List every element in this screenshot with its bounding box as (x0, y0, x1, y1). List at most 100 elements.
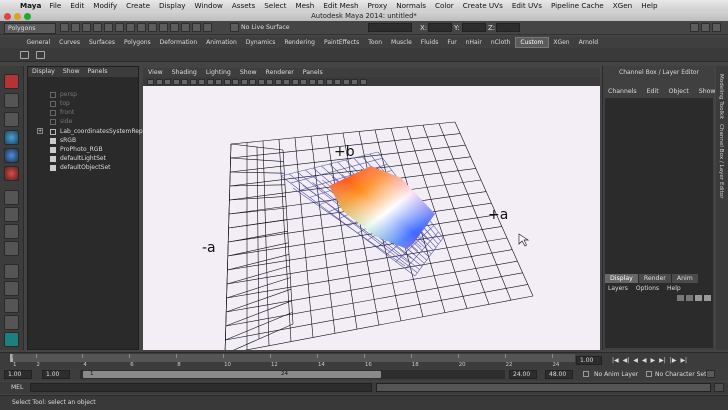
step-forward-key-icon[interactable]: |▶ (670, 357, 677, 364)
step-back-icon[interactable]: ◀ (633, 357, 638, 364)
grid-icon[interactable] (181, 78, 188, 85)
outliner-item-default-light-set[interactable]: defaultLightSet (60, 155, 106, 162)
viewport-lighting-menu[interactable]: Lighting (206, 68, 231, 77)
move-tool-icon[interactable] (4, 130, 19, 145)
xray-joints-icon[interactable] (342, 78, 350, 85)
select-camera-icon[interactable] (147, 78, 154, 85)
menu-create[interactable]: Create (126, 1, 150, 10)
menu-normals[interactable]: Normals (396, 1, 426, 10)
layout-persp-outliner-icon[interactable] (4, 224, 19, 239)
tab-painteffects[interactable]: PaintEffects (319, 38, 363, 47)
layout-icon-b[interactable] (4, 298, 19, 313)
menu-mesh[interactable]: Mesh (295, 1, 314, 10)
tab-modeling-toolkit[interactable]: Modeling Toolkit (718, 74, 724, 119)
channels-menu[interactable]: Channels (608, 88, 637, 95)
viewport-renderer-menu[interactable]: Renderer (266, 68, 294, 77)
viewport-panels-menu[interactable]: Panels (303, 68, 323, 77)
outliner-item-persp[interactable]: persp (60, 91, 77, 98)
tab-surfaces[interactable]: Surfaces (84, 38, 119, 47)
render-icon[interactable] (181, 23, 190, 32)
tab-rendering[interactable]: Rendering (280, 38, 320, 47)
depth-of-field-icon[interactable] (317, 78, 324, 85)
tab-channel-box-layer-editor[interactable]: Channel Box / Layer Editor (718, 124, 724, 199)
wireframe-icon[interactable] (240, 78, 248, 85)
tab-toon[interactable]: Toon (364, 38, 387, 47)
tab-muscle[interactable]: Muscle (387, 38, 417, 47)
open-scene-icon[interactable] (71, 23, 80, 32)
shelf-script-icon[interactable] (20, 51, 29, 59)
layer-help-menu[interactable]: Help (667, 285, 681, 292)
viewport-view-menu[interactable]: View (148, 68, 163, 77)
menu-help[interactable]: Help (641, 1, 657, 10)
menu-color[interactable]: Color (435, 1, 454, 10)
current-frame-field[interactable]: 1.00 (576, 356, 602, 365)
wireframe-on-shaded-icon[interactable] (257, 78, 265, 85)
new-layer-icon[interactable] (677, 295, 684, 301)
new-layer-selected-icon[interactable] (686, 295, 693, 301)
viewport-show-menu[interactable]: Show (240, 68, 257, 77)
layout-hypershade-icon[interactable] (4, 264, 19, 279)
tab-animation[interactable]: Animation (202, 38, 242, 47)
layout-persp-graph-icon[interactable] (4, 241, 19, 256)
magnet-icon[interactable] (230, 23, 239, 32)
zoom-window-button[interactable] (24, 12, 31, 20)
snap-point-icon[interactable] (148, 23, 157, 32)
outliner-item-srgb[interactable]: sRGB (60, 137, 76, 144)
lasso-tool-icon[interactable] (4, 93, 19, 108)
layout-icon-c[interactable] (4, 315, 19, 330)
channel-list[interactable] (605, 98, 713, 328)
bookmark-icon[interactable] (164, 78, 171, 85)
menu-edit[interactable]: Edit (70, 1, 84, 10)
screen-space-ao-icon[interactable] (291, 78, 299, 85)
scale-tool-icon[interactable] (4, 166, 19, 181)
tab-curves[interactable]: Curves (55, 38, 85, 47)
menu-edit-uvs[interactable]: Edit UVs (512, 1, 542, 10)
field-chart-icon[interactable] (215, 78, 222, 85)
cb-show-menu[interactable]: Show (699, 88, 716, 95)
character-set-dropdown[interactable]: No Character Set (655, 371, 706, 378)
expand-icon[interactable]: + (37, 128, 43, 134)
go-to-end-icon[interactable]: ▶| (680, 357, 687, 364)
minimize-window-button[interactable] (14, 12, 21, 20)
play-back-icon[interactable]: ◀ (642, 357, 647, 364)
viewport[interactable]: +b +a -a (143, 86, 600, 350)
xray-icon[interactable] (334, 78, 341, 85)
shelf-script-icon-2[interactable] (36, 51, 45, 59)
menu-pipeline-cache[interactable]: Pipeline Cache (551, 1, 604, 10)
gamma-icon[interactable] (359, 78, 367, 85)
layout-single-icon[interactable] (4, 190, 19, 205)
tab-fur[interactable]: Fur (443, 38, 461, 47)
render-settings-icon[interactable] (203, 23, 212, 32)
safe-title-icon[interactable] (232, 78, 239, 85)
x-field[interactable] (428, 23, 452, 32)
paint-select-tool-icon[interactable] (4, 112, 19, 127)
go-to-start-icon[interactable]: |◀ (612, 357, 619, 364)
tab-ncloth[interactable]: nCloth (486, 38, 515, 47)
menu-select[interactable]: Select (264, 1, 286, 10)
auto-key-icon[interactable] (706, 370, 715, 378)
play-forward-icon[interactable]: ▶ (651, 357, 656, 364)
toggle-channel-box-icon[interactable] (712, 23, 721, 32)
outliner-item-default-object-set[interactable]: defaultObjectSet (60, 164, 111, 171)
layer-list[interactable] (605, 303, 713, 348)
script-editor-icon[interactable] (714, 383, 724, 392)
tab-render-layers[interactable]: Render (638, 274, 671, 283)
playback-end-field[interactable]: 24.00 (509, 370, 537, 379)
select-object-icon[interactable] (104, 23, 113, 32)
smooth-shade-icon[interactable] (249, 78, 256, 85)
film-gate-icon[interactable] (189, 78, 197, 85)
tab-arnold[interactable]: Arnold (574, 38, 602, 47)
layout-four-icon[interactable] (4, 207, 19, 222)
tab-dynamics[interactable]: Dynamics (241, 38, 280, 47)
outliner-show-menu[interactable]: Show (63, 67, 80, 77)
step-back-key-icon[interactable]: ◀| (623, 357, 630, 364)
close-window-button[interactable] (4, 12, 11, 20)
tab-fluids[interactable]: Fluids (416, 38, 443, 47)
select-tool-icon[interactable] (4, 74, 19, 89)
toggle-attribute-editor-icon[interactable] (690, 23, 699, 32)
outliner-item-side[interactable]: side (60, 118, 72, 125)
viewport-shading-menu[interactable]: Shading (172, 68, 197, 77)
tab-general[interactable]: General (22, 38, 55, 47)
shadows-icon[interactable] (283, 78, 290, 85)
outliner-item-top[interactable]: top (60, 100, 70, 107)
